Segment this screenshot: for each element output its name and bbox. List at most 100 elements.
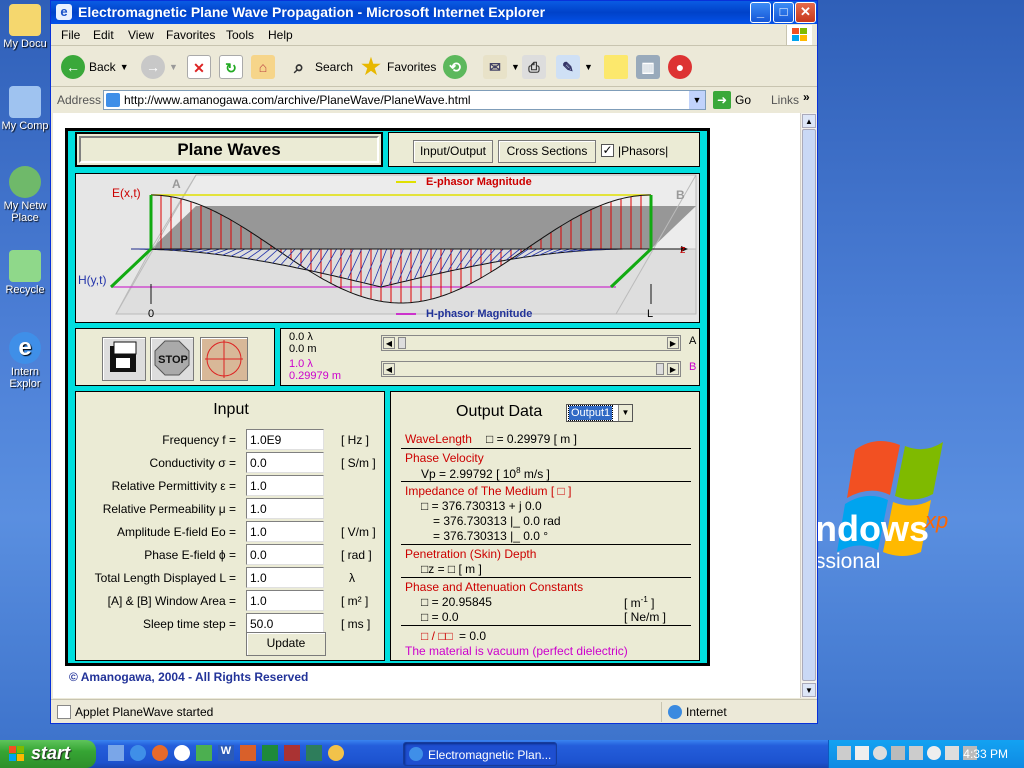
tray-icon-5[interactable]	[909, 746, 923, 760]
history-button[interactable]: ⟲	[443, 53, 467, 81]
applet-title: Plane Waves	[79, 136, 379, 163]
forward-button[interactable]: → ▼	[141, 53, 178, 81]
slider-b-thumb[interactable]	[656, 363, 664, 375]
stop-animation-button[interactable]: STOP	[150, 337, 194, 381]
input-field[interactable]: 1.0	[246, 498, 324, 519]
menu-file[interactable]: File	[61, 28, 80, 42]
scroll-down-button[interactable]: ▼	[802, 683, 816, 697]
desktop-icon-my-documents[interactable]: My Docu	[0, 4, 50, 50]
close-button[interactable]: ✕	[795, 2, 816, 23]
minimize-button[interactable]: _	[750, 2, 771, 23]
tray-icon-1[interactable]	[837, 746, 851, 760]
tray-icon-3[interactable]	[873, 746, 887, 760]
quick-launch-powerpoint-icon[interactable]	[240, 745, 256, 761]
history-icon: ⟲	[443, 55, 467, 79]
refresh-icon: ↻	[219, 55, 243, 79]
phasors-checkbox[interactable]: ✓	[601, 144, 614, 157]
update-button[interactable]: Update	[246, 632, 326, 656]
links-chevron-icon[interactable]: »	[803, 90, 810, 104]
menu-edit[interactable]: Edit	[93, 28, 114, 42]
quick-launch-project-icon[interactable]	[306, 745, 322, 761]
slider-b-tag: B	[689, 361, 697, 373]
select-dropdown-icon[interactable]: ▼	[618, 405, 632, 421]
input-unit: [ V/m ]	[341, 525, 376, 539]
mail-button[interactable]: ✉ ▼	[483, 53, 520, 81]
menu-view[interactable]: View	[128, 28, 154, 42]
crosshair-button[interactable]	[200, 337, 248, 381]
tray-icon-2[interactable]	[855, 746, 869, 760]
input-field[interactable]: 0.0	[246, 544, 324, 565]
refresh-button[interactable]: ↻	[219, 53, 243, 81]
title-bar[interactable]: e Electromagnetic Plane Wave Propagation…	[51, 1, 817, 24]
maximize-button[interactable]: □	[773, 2, 794, 23]
messenger-button[interactable]: ●	[668, 53, 692, 81]
desktop-icon-network[interactable]: My Netw Place	[0, 166, 50, 224]
back-dropdown-icon[interactable]: ▼	[120, 62, 129, 72]
quick-launch-explorer-icon[interactable]	[108, 745, 124, 761]
input-unit: [ rad ]	[341, 548, 372, 562]
wave-plot-svg	[109, 174, 697, 315]
desktop-icon-recycle[interactable]: Recycle	[0, 250, 50, 296]
quick-launch-clock-icon[interactable]	[328, 745, 344, 761]
links-label[interactable]: Links	[771, 93, 799, 107]
quick-launch-ie-icon[interactable]	[130, 745, 146, 761]
menu-tools[interactable]: Tools	[226, 28, 254, 42]
input-output-button[interactable]: Input/Output	[413, 140, 493, 163]
input-field[interactable]: 1.0	[246, 475, 324, 496]
status-bar: Applet PlaneWave started Internet	[51, 699, 817, 723]
tray-icon-6[interactable]	[927, 746, 941, 760]
window-a-meters: 0.0 m	[289, 343, 317, 355]
input-field[interactable]: 1.0	[246, 590, 324, 611]
start-button[interactable]: start	[0, 740, 96, 768]
scroll-thumb[interactable]	[802, 129, 816, 681]
stop-button[interactable]: ✕	[187, 53, 211, 81]
home-button[interactable]: ⌂	[251, 53, 275, 81]
output-select[interactable]: Output1 ▼	[566, 404, 633, 422]
skin-depth-value: □z = □ [ m ]	[421, 562, 482, 576]
taskbar-ie-window[interactable]: Electromagnetic Plan...	[403, 742, 557, 766]
start-animation-button[interactable]	[102, 337, 146, 381]
slider-a-thumb[interactable]	[398, 337, 406, 349]
address-dropdown-icon[interactable]: ▼	[689, 91, 705, 109]
view-buttons-panel: Input/Output Cross Sections ✓ |Phasors|	[388, 132, 700, 167]
cross-sections-button[interactable]: Cross Sections	[498, 140, 596, 163]
input-label: Total Length Displayed L =	[94, 571, 236, 585]
input-field[interactable]: 1.0E9	[246, 429, 324, 450]
desktop-icon-ie[interactable]: e Intern Explor	[0, 332, 50, 390]
clock[interactable]: 4:33 PM	[963, 747, 1008, 761]
print-button[interactable]: ⎙	[522, 53, 546, 81]
quick-launch-word-icon[interactable]: W	[218, 745, 234, 761]
forward-dropdown-icon[interactable]: ▼	[169, 62, 178, 72]
research-button[interactable]: ▥	[636, 53, 660, 81]
favorites-button[interactable]: ★ Favorites	[359, 53, 436, 81]
zero-tick-label: 0	[148, 308, 155, 320]
quick-launch-access-icon[interactable]	[284, 745, 300, 761]
input-label: Conductivity σ =	[149, 456, 236, 470]
tray-icon-4[interactable]	[891, 746, 905, 760]
address-input[interactable]: http://www.amanogawa.com/archive/PlaneWa…	[103, 90, 706, 110]
go-button[interactable]: ➜ Go	[713, 91, 751, 109]
scroll-up-button[interactable]: ▲	[802, 114, 816, 128]
l-tick-label: L	[647, 308, 654, 320]
menu-favorites[interactable]: Favorites	[166, 28, 215, 42]
tray-icon-7[interactable]	[945, 746, 959, 760]
window-a-slider[interactable]: ◀ ▶	[381, 335, 681, 351]
notes-button[interactable]	[604, 53, 628, 81]
desktop-icon-my-computer[interactable]: My Comp	[0, 86, 50, 132]
window-b-slider[interactable]: ◀ ▶	[381, 361, 681, 377]
back-button[interactable]: ← Back ▼	[61, 53, 129, 81]
quick-launch-app-icon[interactable]	[196, 745, 212, 761]
vertical-scrollbar[interactable]: ▲ ▼	[800, 113, 817, 698]
input-field[interactable]: 1.0	[246, 521, 324, 542]
edit-button[interactable]: ✎ ▼	[556, 53, 593, 81]
input-field[interactable]: 50.0	[246, 613, 324, 634]
quick-launch-excel-icon[interactable]	[262, 745, 278, 761]
menu-help[interactable]: Help	[268, 28, 293, 42]
quick-launch-media-icon[interactable]	[174, 745, 190, 761]
input-field[interactable]: 1.0	[246, 567, 324, 588]
search-button[interactable]: ⌕ Search	[287, 53, 353, 81]
alpha-value: □ = 0.0	[421, 610, 459, 624]
stop-page-icon: ✕	[187, 55, 211, 79]
quick-launch-firefox-icon[interactable]	[152, 745, 168, 761]
input-field[interactable]: 0.0	[246, 452, 324, 473]
